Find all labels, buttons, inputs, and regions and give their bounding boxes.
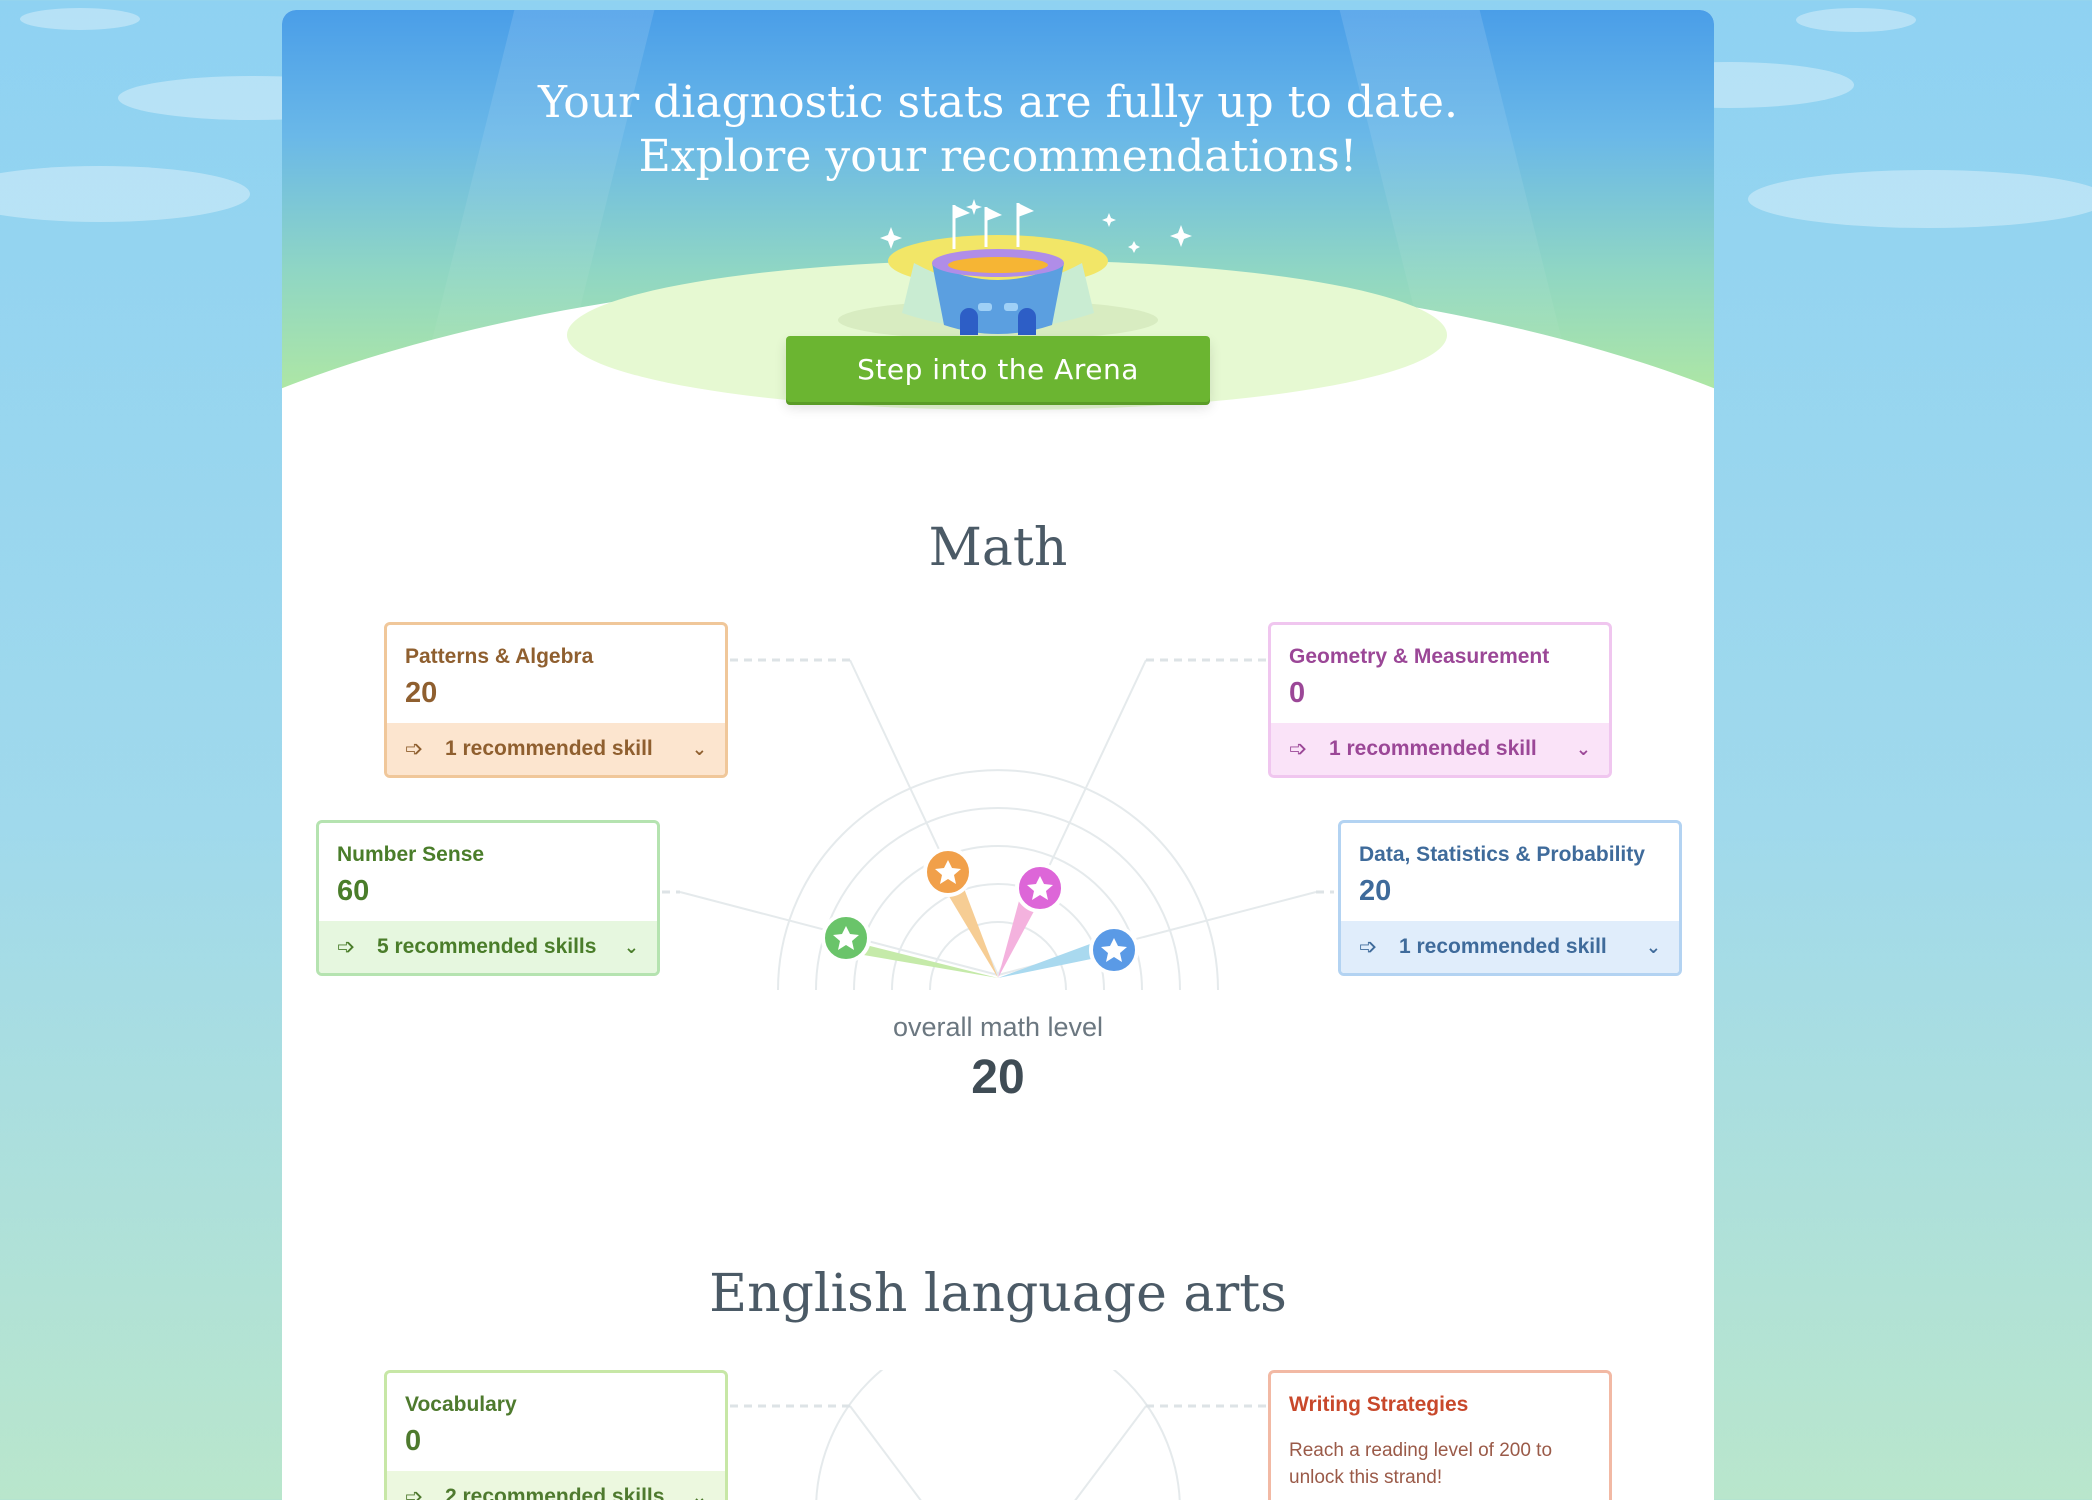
strand-score: 0: [405, 1425, 422, 1457]
star-icon: [923, 847, 973, 897]
stadium-icon: [838, 199, 1192, 340]
recommended-skills-toggle[interactable]: ➩ 2 recommended skills ⌄: [387, 1471, 725, 1500]
strand-card-number-sense[interactable]: Number Sense 60 ➩ 5 recommended skills ⌄: [316, 820, 660, 976]
hero-title-line: Explore your recommendations!: [638, 131, 1358, 182]
strand-score: 20: [1359, 875, 1392, 907]
strand-card-writing-strategies: Writing Strategies Reach a reading level…: [1268, 1370, 1612, 1500]
recommended-skills-label: 1 recommended skill: [445, 737, 653, 760]
strand-card-patterns-algebra[interactable]: Patterns & Algebra 20 ➩ 1 recommended sk…: [384, 622, 728, 778]
star-icon: [1089, 925, 1139, 975]
step-into-arena-button[interactable]: Step into the Arena: [786, 336, 1210, 402]
strand-name: Patterns & Algebra: [405, 645, 594, 668]
chevron-down-icon: ⌄: [1575, 738, 1591, 759]
chevron-down-icon: ⌄: [691, 1486, 707, 1500]
hero-title: Your diagnostic stats are fully up to da…: [282, 76, 1714, 184]
cloud-decoration: [20, 8, 140, 30]
recommended-skills-label: 2 recommended skills: [445, 1485, 665, 1500]
strand-card-data-statistics-probability[interactable]: Data, Statistics & Probability 20 ➩ 1 re…: [1338, 820, 1682, 976]
overall-math-level-value: 20: [971, 1051, 1025, 1104]
recommended-skills-toggle[interactable]: ➩ 1 recommended skill ⌄: [1341, 921, 1679, 973]
strand-score: 20: [405, 677, 438, 709]
chevron-down-icon: ⌄: [623, 936, 639, 957]
star-icon: [1015, 863, 1065, 913]
recommended-skills-toggle[interactable]: ➩ 1 recommended skill ⌄: [1271, 723, 1609, 775]
recommended-skills-label: 5 recommended skills: [377, 935, 597, 958]
recommended-skills-label: 1 recommended skill: [1399, 935, 1607, 958]
cloud-decoration: [1748, 170, 2092, 228]
strand-name: Data, Statistics & Probability: [1359, 843, 1645, 866]
arrow-pointer-icon: ➩: [1359, 934, 1378, 959]
cloud-decoration: [1796, 8, 1916, 32]
strand-score: 60: [337, 875, 370, 907]
arrow-pointer-icon: ➩: [405, 736, 424, 761]
math-section-title: Math: [928, 518, 1068, 578]
strand-name: Number Sense: [337, 843, 485, 866]
strand-name: Writing Strategies: [1289, 1393, 1469, 1416]
recommended-skills-toggle[interactable]: ➩ 5 recommended skills ⌄: [319, 921, 657, 973]
strand-name: Vocabulary: [405, 1393, 517, 1416]
ela-section-title: English language arts: [709, 1264, 1287, 1324]
chevron-down-icon: ⌄: [1645, 936, 1661, 957]
strand-name: Geometry & Measurement: [1289, 645, 1550, 668]
hero-title-line: Your diagnostic stats are fully up to da…: [538, 77, 1458, 128]
recommended-skills-toggle[interactable]: ➩ 1 recommended skill ⌄: [387, 723, 725, 775]
hero-banner: Your diagnostic stats are fully up to da…: [282, 10, 1714, 430]
strand-score: 0: [1289, 677, 1306, 709]
recommended-skills-label: 1 recommended skill: [1329, 737, 1537, 760]
arrow-pointer-icon: ➩: [1289, 736, 1308, 761]
star-icon: [821, 913, 871, 963]
cloud-decoration: [0, 166, 250, 222]
chevron-down-icon: ⌄: [691, 738, 707, 759]
strand-card-geometry-measurement[interactable]: Geometry & Measurement 0 ➩ 1 recommended…: [1268, 622, 1612, 778]
strand-card-vocabulary[interactable]: Vocabulary 0 ➩ 2 recommended skills ⌄: [384, 1370, 728, 1500]
overall-math-level-label: overall math level: [892, 1012, 1104, 1042]
arrow-pointer-icon: ➩: [337, 934, 356, 959]
diagnostic-panel: Your diagnostic stats are fully up to da…: [282, 10, 1714, 1500]
locked-strand-message: Reach a reading level of 200 to unlock t…: [1289, 1440, 1553, 1488]
arrow-pointer-icon: ➩: [405, 1484, 424, 1500]
